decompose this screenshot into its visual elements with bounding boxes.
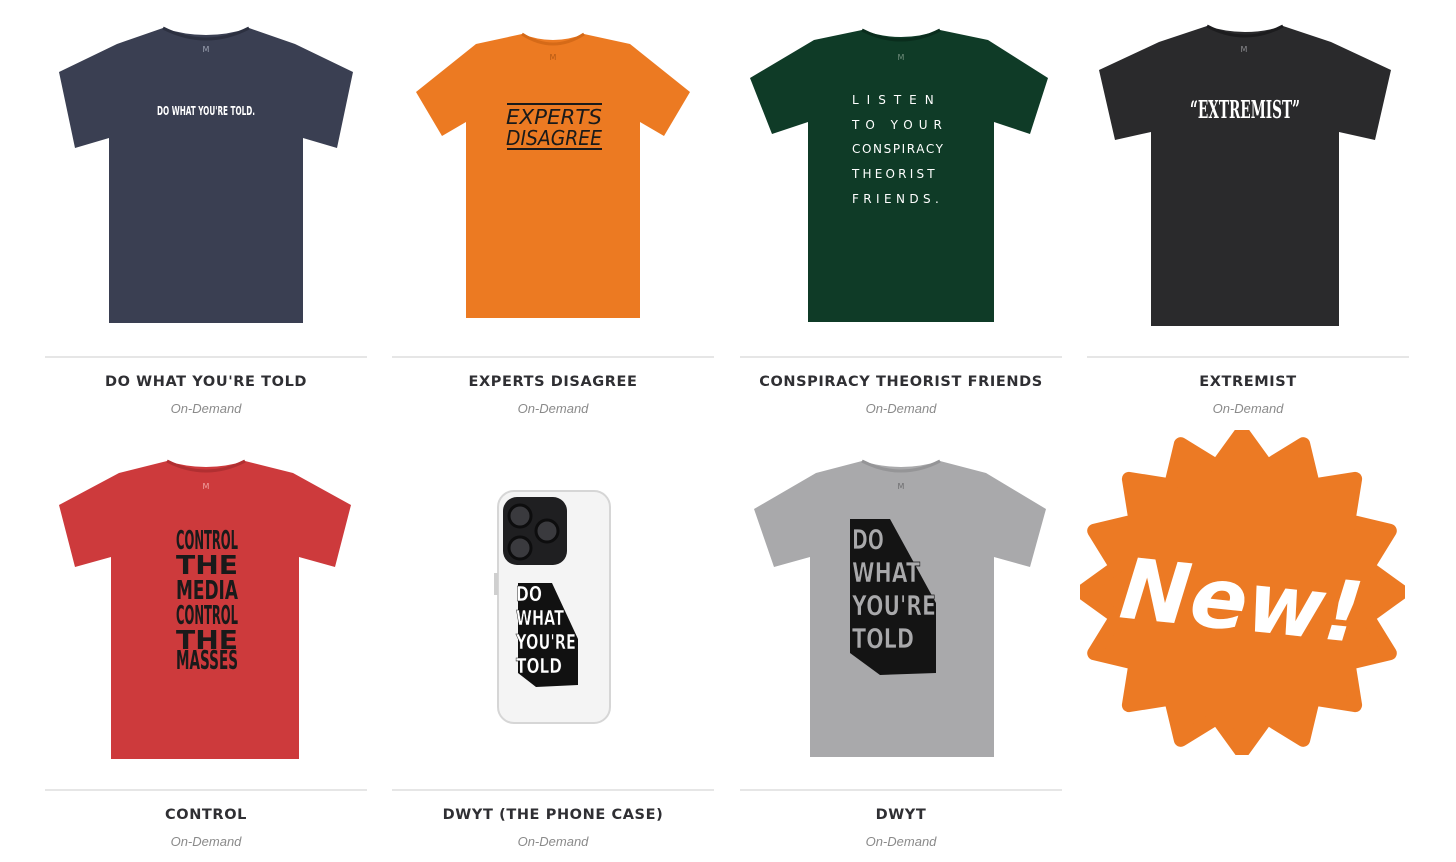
product-subtitle: On-Demand — [517, 401, 589, 416]
collar-logo: M — [898, 53, 905, 62]
divider — [1087, 356, 1409, 358]
shirt-print-line: DISAGREE — [506, 126, 602, 150]
case-print-line: DO — [516, 582, 542, 606]
divider — [45, 356, 367, 358]
shirt-print-line: CONSPIRACY — [852, 142, 945, 156]
divider — [392, 356, 714, 358]
collar-logo: M — [1241, 45, 1248, 54]
case-print-line: WHAT — [516, 606, 564, 630]
shirt-print-line: TOLD — [852, 622, 914, 655]
shirt-print-line: FRIENDS. — [852, 192, 943, 206]
product-title[interactable]: EXPERTS DISAGREE — [392, 374, 714, 390]
product-title[interactable]: DWYT (THE PHONE CASE) — [392, 807, 714, 823]
product-title[interactable]: DO WHAT YOU'RE TOLD — [45, 374, 367, 390]
collar-logo: M — [203, 45, 210, 54]
divider — [45, 789, 367, 791]
tshirt-shape — [59, 28, 353, 323]
product-subtitle: On-Demand — [1212, 401, 1284, 416]
shirt-print-line: LISTEN — [852, 93, 942, 107]
product-title[interactable]: EXTREMIST — [1087, 374, 1409, 390]
product-image[interactable]: DO WHAT YOU'RE TOLD — [392, 433, 714, 785]
collar-logo: M — [550, 53, 557, 62]
tshirt-shape — [1099, 26, 1391, 326]
product-subtitle: On-Demand — [865, 834, 937, 849]
product-title[interactable]: DWYT — [740, 807, 1062, 823]
product-image[interactable]: M EXPERTS DISAGREE — [392, 0, 714, 352]
product-image[interactable]: M “EXTREMIST” — [1087, 0, 1409, 352]
product-subtitle: On-Demand — [170, 401, 242, 416]
product-subtitle: On-Demand — [517, 834, 589, 849]
product-subtitle: On-Demand — [170, 834, 242, 849]
product-image[interactable]: M LISTEN TO YOUR CONSPIRACY THEORIST FRI… — [740, 0, 1062, 352]
product-title[interactable]: CONTROL — [45, 807, 367, 823]
divider — [392, 789, 714, 791]
shirt-print-line: WHAT — [852, 556, 920, 589]
shirt-print-line: DO WHAT YOU'RE TOLD. — [157, 104, 255, 118]
collar-logo: M — [203, 482, 210, 491]
shirt-print-line: TO YOUR — [851, 118, 948, 132]
divider — [740, 789, 1062, 791]
product-image[interactable]: M CONTROL THE MEDIA CONTROL THE MASSES — [45, 433, 367, 785]
product-subtitle: On-Demand — [865, 401, 937, 416]
shirt-print-line: MASSES — [176, 646, 238, 676]
collar-logo: M — [898, 482, 905, 491]
shirt-print-line: THEORIST — [851, 167, 938, 181]
divider — [740, 356, 1062, 358]
case-print-line: YOU'RE — [515, 630, 576, 654]
product-image[interactable]: M DO WHAT YOU'RE TOLD. — [45, 0, 367, 352]
shirt-print-line: YOU'RE — [851, 589, 936, 622]
product-image[interactable]: M DO WHAT YOU'RE TOLD — [740, 433, 1062, 785]
tshirt-shape — [416, 34, 690, 318]
case-print-line: TOLD — [516, 654, 562, 678]
product-title[interactable]: CONSPIRACY THEORIST FRIENDS — [740, 374, 1062, 390]
new-badge: New! — [1075, 425, 1409, 759]
shirt-print-line: “EXTREMIST” — [1190, 95, 1300, 124]
shirt-print-line: DO — [852, 523, 884, 556]
